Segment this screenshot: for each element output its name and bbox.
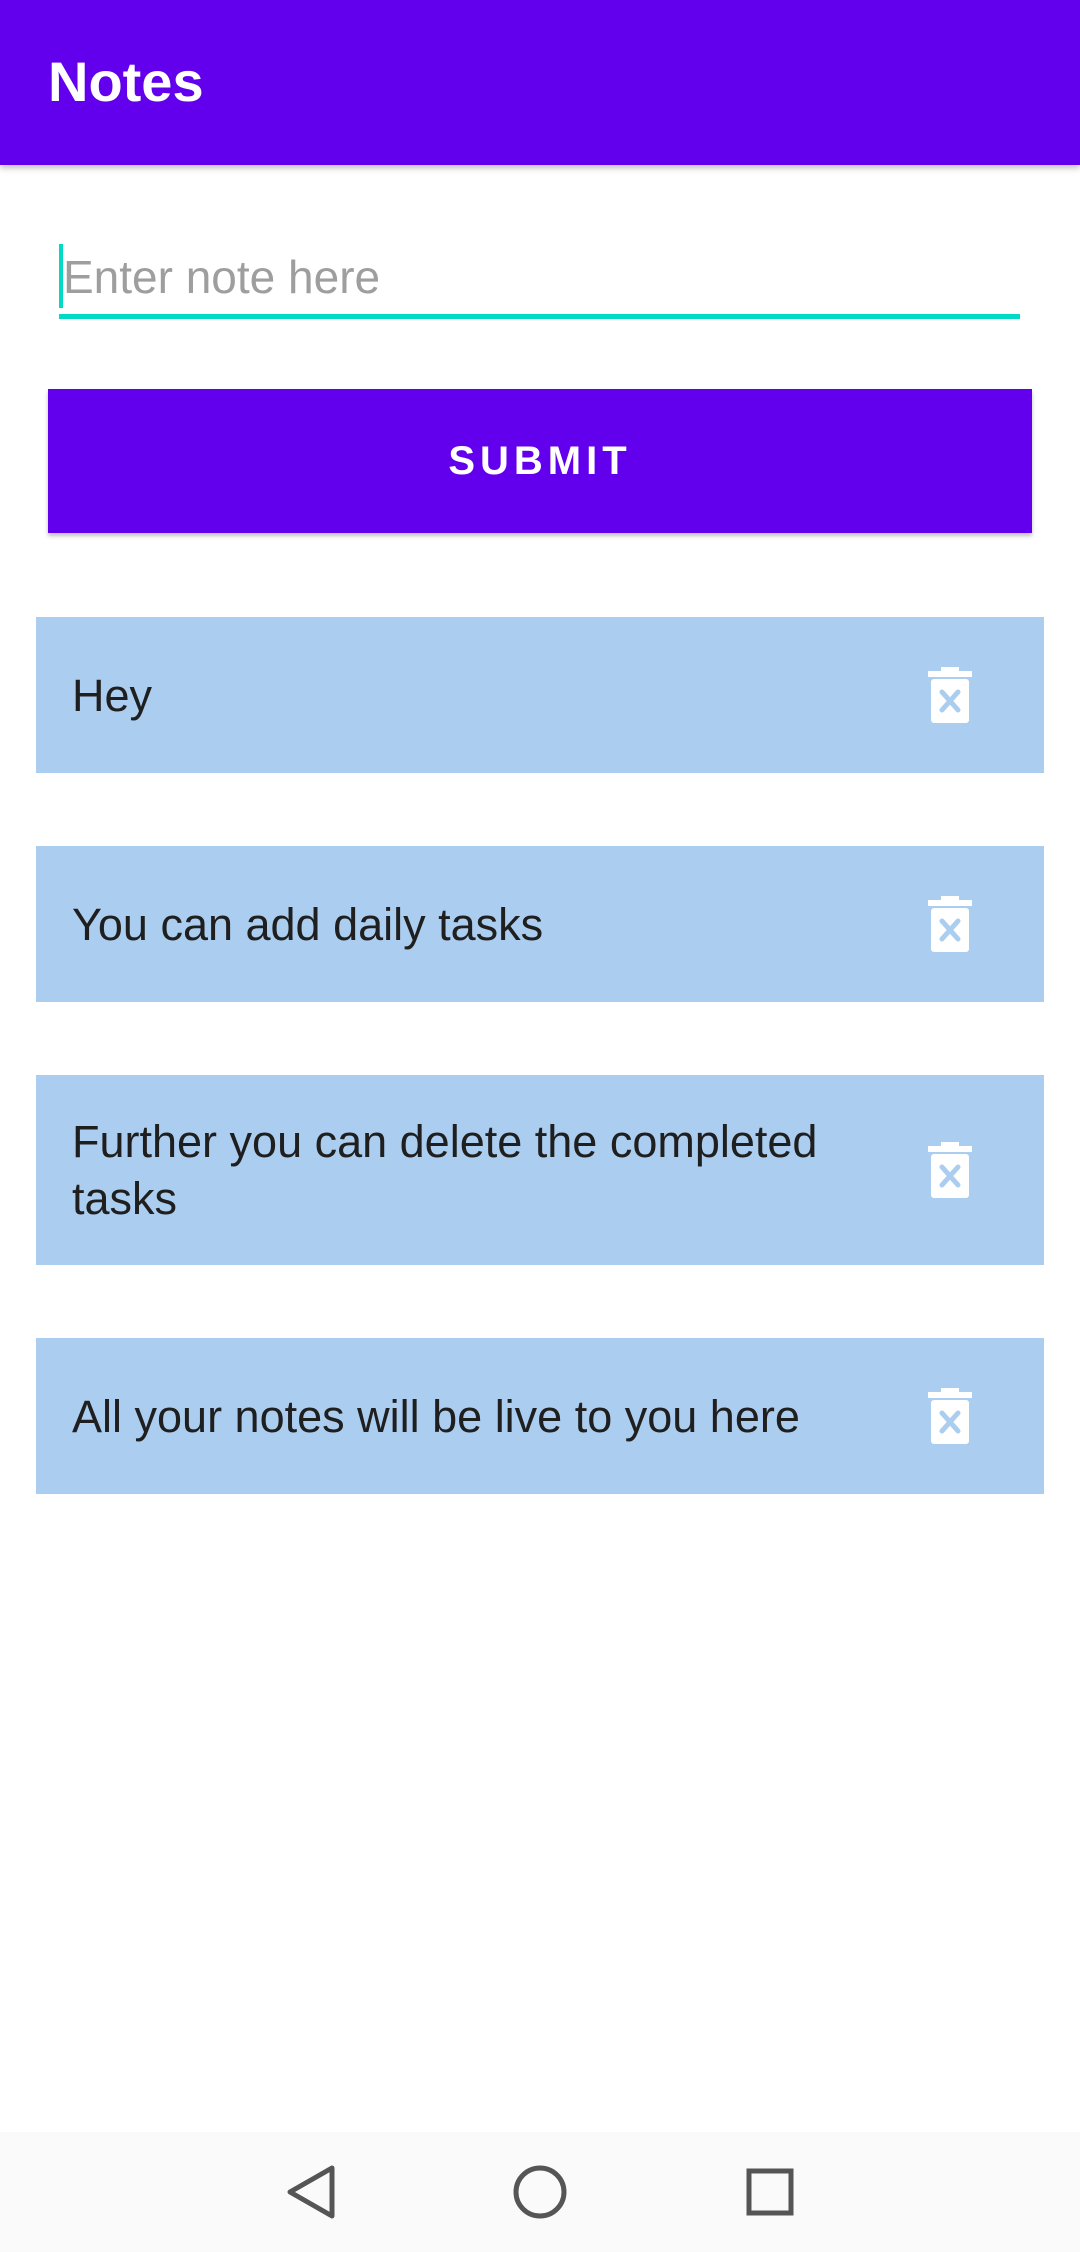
note-text: Further you can delete the completed tas… (72, 1116, 818, 1224)
recents-button[interactable] (732, 2154, 808, 2230)
delete-note-button[interactable] (910, 655, 990, 735)
note-card: Hey (36, 617, 1044, 773)
submit-button[interactable]: SUBMIT (48, 389, 1032, 533)
trash-icon (928, 1142, 972, 1198)
note-text: You can add daily tasks (72, 898, 544, 950)
home-button[interactable] (502, 2154, 578, 2230)
note-list: Hey You can add daily tasks Further you … (36, 617, 1044, 1567)
app-title: Notes (48, 50, 204, 113)
note-text: Hey (72, 669, 153, 721)
note-text: All your notes will be live to you here (72, 1390, 800, 1442)
home-icon (513, 2165, 567, 2219)
text-cursor (59, 244, 63, 308)
input-underline (59, 314, 1020, 319)
back-icon (287, 2165, 335, 2219)
note-card: All your notes will be live to you here (36, 1338, 1044, 1494)
system-nav-bar (0, 2132, 1080, 2252)
note-card: Further you can delete the completed tas… (36, 1075, 1044, 1265)
note-input-container[interactable] (59, 240, 1020, 320)
recents-icon (746, 2168, 794, 2216)
delete-note-button[interactable] (910, 1376, 990, 1456)
trash-icon (928, 667, 972, 723)
delete-note-button[interactable] (910, 884, 990, 964)
back-button[interactable] (272, 2154, 348, 2230)
note-card: You can add daily tasks (36, 846, 1044, 1002)
delete-note-button[interactable] (910, 1130, 990, 1210)
trash-icon (928, 1388, 972, 1444)
trash-icon (928, 896, 972, 952)
note-input[interactable] (59, 240, 1020, 314)
app-bar: Notes (0, 0, 1080, 165)
